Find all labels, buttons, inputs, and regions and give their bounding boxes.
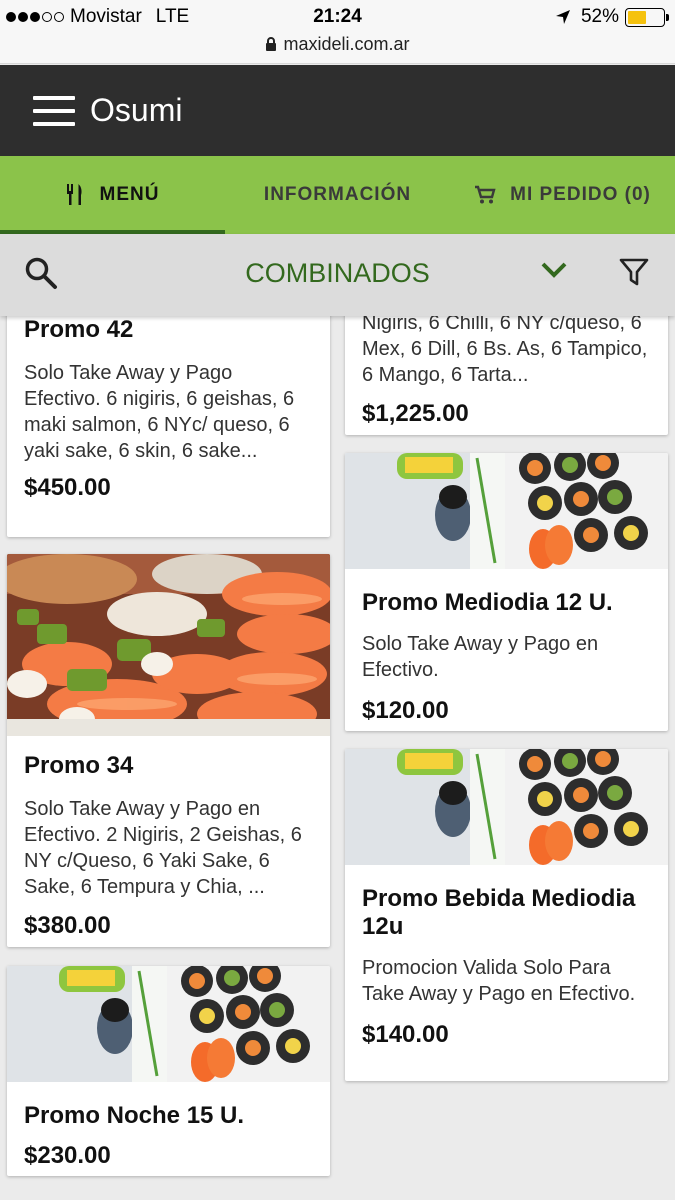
product-price: $140.00 xyxy=(362,1021,449,1048)
category-bar: COMBINADOS xyxy=(0,234,675,316)
location-arrow-icon xyxy=(555,10,570,24)
tab-bar: MENÚ INFORMACIÓN MI PEDIDO (0) xyxy=(0,156,675,234)
product-card-promo-42[interactable]: Promo 42 Solo Take Away y Pago Efectivo.… xyxy=(7,316,330,537)
product-description: Promocion Valida Solo Para Take Away y P… xyxy=(362,957,636,1005)
product-description: Solo Take Away y Pago Efectivo. 6 nigiri… xyxy=(24,362,295,462)
product-price: $380.00 xyxy=(24,912,111,939)
product-card-promo-mediodia-12[interactable]: Promo Mediodia 12 U. Solo Take Away y Pa… xyxy=(345,453,668,731)
status-bar: Movistar LTE 21:24 52% maxideli.com.ar xyxy=(0,0,675,64)
product-title: Promo Mediodia 12 U. xyxy=(362,589,613,616)
product-title: Promo 34 xyxy=(24,752,134,779)
product-price: $450.00 xyxy=(24,474,111,501)
product-title: Promo Noche 15 U. xyxy=(24,1102,245,1129)
app-bar: Osumi xyxy=(0,65,675,156)
tab-menu-label: MENÚ xyxy=(99,184,160,205)
url-text: maxideli.com.ar xyxy=(283,34,410,54)
tab-informacion-label: INFORMACIÓN xyxy=(263,184,412,205)
tab-informacion[interactable]: INFORMACIÓN xyxy=(225,156,450,234)
product-image-salmon-platter xyxy=(7,554,330,736)
product-title: Promo 42 xyxy=(24,316,134,343)
product-price: $120.00 xyxy=(362,697,449,724)
battery-percent: 52% xyxy=(580,6,619,27)
product-list: Promo 42 Solo Take Away y Pago Efectivo.… xyxy=(0,316,675,1200)
battery-icon xyxy=(625,7,669,27)
product-description: Solo Take Away y Pago en Efectivo. 2 Nig… xyxy=(24,798,302,898)
tab-mi-pedido-label: MI PEDIDO (0) xyxy=(510,184,651,205)
app-title: Osumi xyxy=(90,92,183,128)
product-card-previous[interactable]: Nigiris, 6 Chilli, 6 NY c/queso, 6 Mex, … xyxy=(345,316,668,435)
product-image-sushi-box xyxy=(345,749,668,865)
category-title[interactable]: COMBINADOS xyxy=(0,258,675,289)
tab-menu[interactable]: MENÚ xyxy=(0,156,225,234)
product-image-sushi-box xyxy=(7,966,330,1082)
product-title: Promo Bebida Mediodia 12u xyxy=(362,885,636,940)
product-description: Nigiris, 6 Chilli, 6 NY c/queso, 6 Mex, … xyxy=(362,316,648,386)
product-card-promo-bebida-mediodia[interactable]: Promo Bebida Mediodia 12u Promocion Vali… xyxy=(345,749,668,1081)
product-card-promo-34[interactable]: Promo 34 Solo Take Away y Pago en Efecti… xyxy=(7,554,330,947)
product-card-promo-noche-15[interactable]: Promo Noche 15 U. $230.00 xyxy=(7,966,330,1176)
product-price: $1,225.00 xyxy=(362,400,469,427)
filter-icon[interactable] xyxy=(618,256,650,288)
product-price: $230.00 xyxy=(24,1142,111,1169)
chevron-down-icon[interactable] xyxy=(539,260,569,280)
product-image-sushi-box xyxy=(345,453,668,569)
status-right: 52% xyxy=(555,6,669,28)
cart-icon xyxy=(475,185,496,204)
product-description: Solo Take Away y Pago en Efectivo. xyxy=(362,633,599,681)
lock-icon xyxy=(266,37,277,51)
fork-knife-icon xyxy=(66,184,82,205)
address-bar[interactable]: maxideli.com.ar xyxy=(0,34,675,55)
tab-mi-pedido[interactable]: MI PEDIDO (0) xyxy=(450,156,675,234)
menu-icon[interactable] xyxy=(33,95,75,126)
